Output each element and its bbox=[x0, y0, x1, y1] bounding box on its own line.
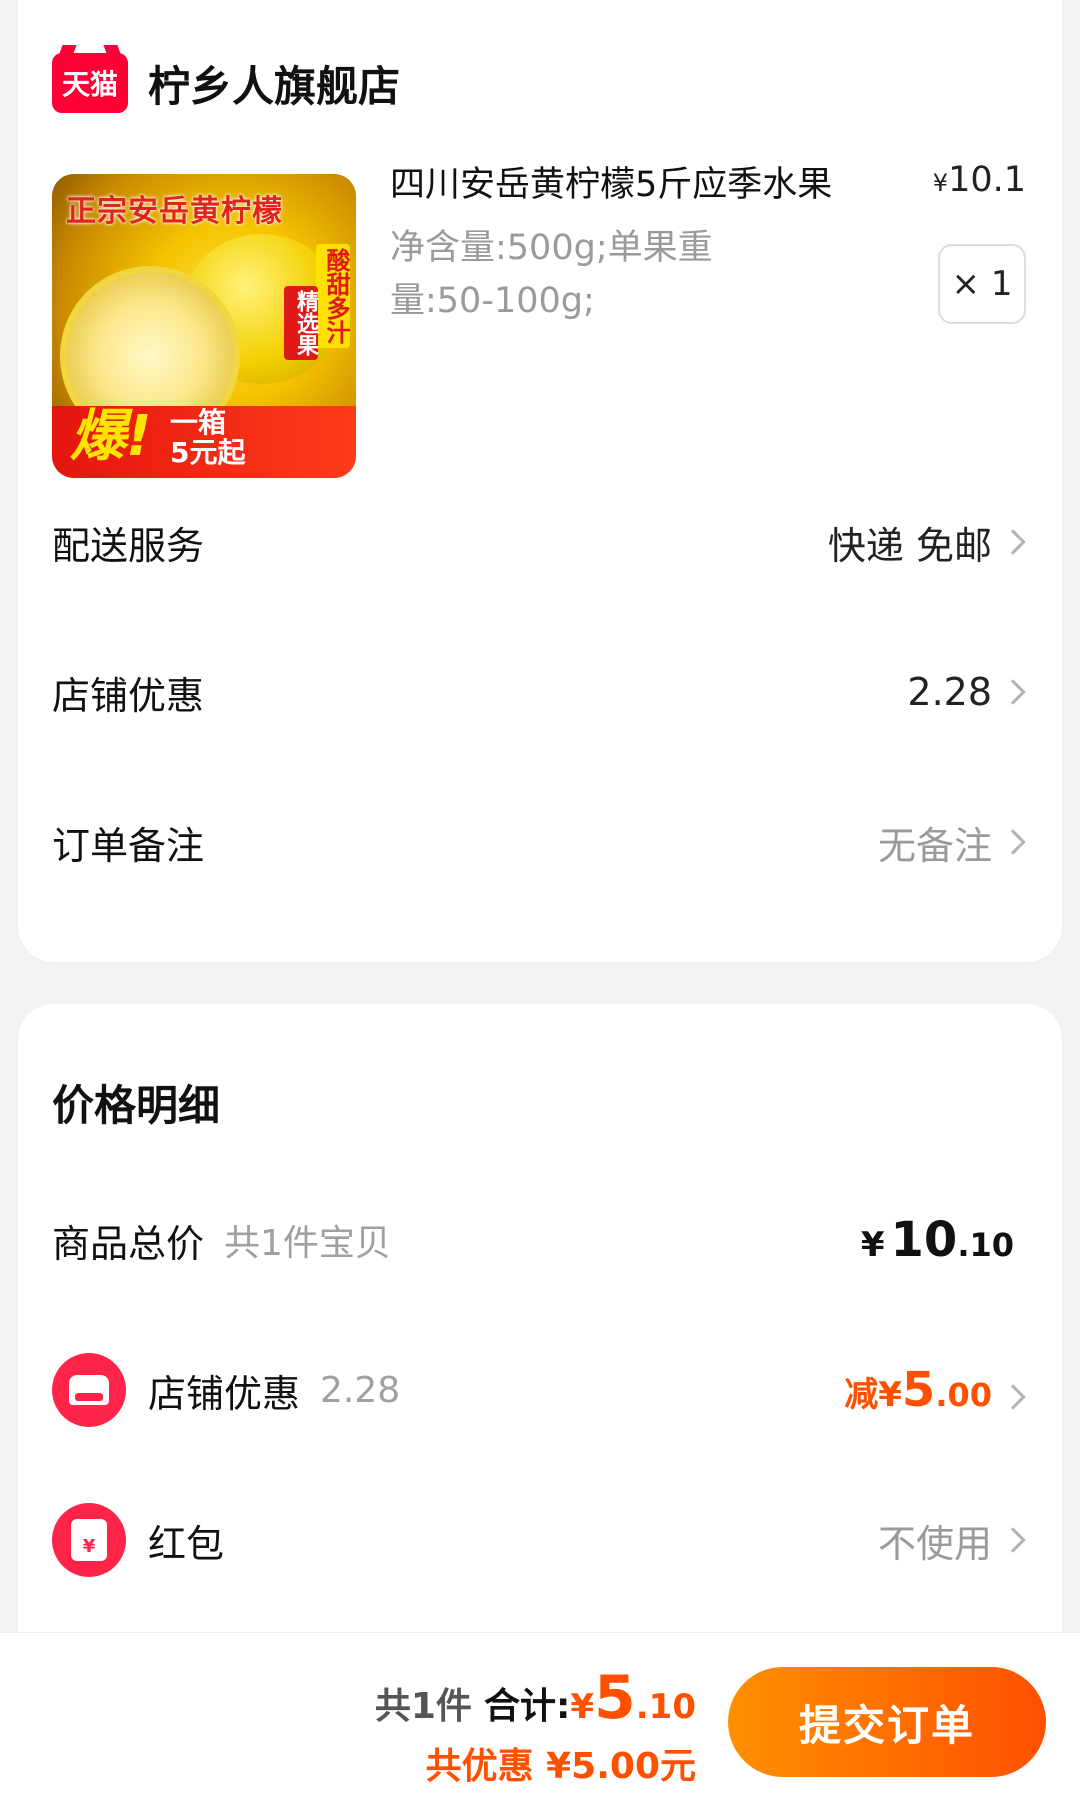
shop-discount-row[interactable]: 店铺优惠 2.28 bbox=[52, 662, 1028, 722]
delivery-value: 快递 免邮 bbox=[828, 515, 1028, 570]
image-banner-text: 正宗安岳黄柠檬 bbox=[66, 194, 283, 229]
total-label: 合计: bbox=[483, 1686, 571, 1727]
shop-icon-shape bbox=[69, 1375, 109, 1405]
goods-count-text: 共1件宝贝 bbox=[224, 1223, 391, 1264]
shop-discount-detail-row[interactable]: 店铺优惠 2.28 减¥ 5.00 bbox=[52, 1350, 1028, 1430]
total-yen: ¥ bbox=[570, 1687, 595, 1727]
image-side-tag-2: 精选果 bbox=[284, 286, 318, 360]
chevron-right-icon bbox=[1000, 679, 1026, 705]
product-spec: 净含量:500g;单果重量:50-100g; bbox=[390, 228, 713, 321]
submit-order-button[interactable]: 提交订单 bbox=[728, 1667, 1046, 1777]
price-detail-title: 价格明细 bbox=[52, 1081, 221, 1130]
delivery-service-row[interactable]: 配送服务 快递 免邮 bbox=[52, 512, 1028, 572]
red-packet-shape: ¥ bbox=[71, 1519, 107, 1561]
image-bottom-big-text: 爆! bbox=[70, 404, 152, 469]
product-image[interactable]: 正宗安岳黄柠檬 酸甜多汁 精选果 爆! 一箱 5元起 bbox=[52, 174, 356, 478]
discount-prefix: 减¥ bbox=[844, 1375, 902, 1415]
shop-discount-value: 2.28 bbox=[907, 670, 1028, 714]
red-packet-value-text: 不使用 bbox=[877, 1521, 992, 1566]
price-symbol: ¥ bbox=[932, 169, 949, 197]
order-note-row[interactable]: 订单备注 无备注 bbox=[52, 812, 1028, 872]
discount-int: 5 bbox=[901, 1362, 936, 1418]
tmall-logo-icon: 天猫 bbox=[52, 53, 128, 113]
total-dec: .10 bbox=[635, 1687, 696, 1727]
checkout-bar: 共1件 合计: ¥ 5 .10 共优惠 ¥5.00元 提交订单 zhizhizh… bbox=[0, 1632, 1080, 1809]
watermark: zhizhizhi.com bbox=[919, 1783, 1072, 1807]
red-packet-row[interactable]: ¥ 红包 不使用 bbox=[52, 1500, 1028, 1580]
shop-discount-value-text: 2.28 bbox=[907, 670, 992, 714]
order-total: 共1件 合计: ¥ 5 .10 bbox=[375, 1663, 696, 1733]
quantity-stepper[interactable]: × 1 bbox=[938, 244, 1026, 324]
goods-total-yen: ¥ bbox=[860, 1225, 885, 1265]
tmall-logo-text: 天猫 bbox=[61, 68, 118, 101]
red-packet-icon: ¥ bbox=[52, 1503, 126, 1577]
shop-name[interactable]: 柠乡人旗舰店 bbox=[148, 53, 400, 114]
shop-discount-detail-label: 店铺优惠 bbox=[148, 1371, 301, 1416]
shop-header[interactable]: 天猫 柠乡人旗舰店 bbox=[52, 53, 400, 113]
price-detail-card: 价格明细 商品总价 共1件宝贝 ¥10.10 店铺优惠 2.28 减¥ 5.00 … bbox=[18, 1004, 1062, 1704]
red-packet-value: 不使用 bbox=[878, 1513, 1028, 1568]
image-bottom-small-text: 一箱 5元起 bbox=[170, 406, 246, 469]
chevron-right-icon bbox=[1000, 829, 1026, 855]
chevron-right-icon bbox=[1000, 1384, 1026, 1410]
price-value: 10.1 bbox=[948, 160, 1026, 200]
product-price: ¥10.1 bbox=[933, 160, 1026, 200]
shop-icon bbox=[52, 1353, 126, 1427]
discount-dec: .00 bbox=[935, 1376, 992, 1414]
goods-total-label: 商品总价 bbox=[52, 1221, 205, 1266]
shop-discount-amount: 减¥ 5.00 bbox=[844, 1362, 1028, 1418]
shop-order-card: 天猫 柠乡人旗舰店 正宗安岳黄柠檬 酸甜多汁 精选果 爆! 一箱 5元起 四川安… bbox=[18, 0, 1062, 962]
goods-total-int: 10 bbox=[890, 1212, 958, 1268]
goods-total-row: 商品总价 共1件宝贝 ¥10.10 bbox=[52, 1200, 1028, 1280]
shop-discount-detail-sub: 2.28 bbox=[320, 1369, 401, 1411]
red-packet-label: 红包 bbox=[148, 1521, 225, 1566]
item-count: 共1件 bbox=[374, 1686, 472, 1727]
product-title[interactable]: 四川安岳黄柠檬5斤应季水果 bbox=[390, 156, 832, 207]
order-note-label: 订单备注 bbox=[52, 823, 205, 868]
delivery-label: 配送服务 bbox=[52, 523, 205, 568]
total-int: 5 bbox=[594, 1663, 636, 1733]
order-note-value-text: 无备注 bbox=[877, 823, 992, 868]
delivery-value-text: 快递 免邮 bbox=[827, 523, 992, 568]
goods-total-dec: .10 bbox=[957, 1226, 1014, 1264]
shop-discount-label: 店铺优惠 bbox=[52, 673, 205, 718]
total-saved: 共优惠 ¥5.00元 bbox=[425, 1746, 696, 1787]
order-note-value: 无备注 bbox=[878, 815, 1028, 870]
chevron-right-icon bbox=[1000, 1527, 1026, 1553]
image-side-tag: 酸甜多汁 bbox=[316, 244, 350, 348]
chevron-right-icon bbox=[1000, 529, 1026, 555]
goods-total-value: ¥10.10 bbox=[861, 1212, 1014, 1268]
